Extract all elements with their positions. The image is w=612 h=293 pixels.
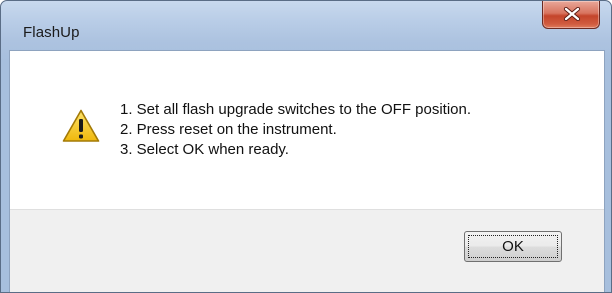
message-area: 1. Set all flash upgrade switches to the… — [10, 51, 604, 209]
message-line: 1. Set all flash upgrade switches to the… — [120, 101, 472, 118]
warning-icon — [62, 109, 100, 142]
window-title: FlashUp — [23, 24, 80, 41]
button-bar: OK — [10, 209, 604, 292]
ok-button-label: OK — [502, 238, 524, 255]
message-line: 3. Select OK when ready. — [120, 141, 289, 158]
ok-button[interactable]: OK — [464, 231, 562, 262]
close-x-icon — [563, 7, 581, 21]
message-list: 1. Set all flash upgrade switches to the… — [120, 100, 471, 160]
message-line: 2. Press reset on the instrument. — [120, 121, 337, 138]
dialog-client-area: 1. Set all flash upgrade switches to the… — [9, 50, 605, 292]
dialog-window: FlashUp 1. Set all flash upgrade switche… — [0, 0, 612, 293]
title-bar[interactable]: FlashUp — [1, 1, 611, 49]
close-button[interactable] — [542, 1, 600, 29]
